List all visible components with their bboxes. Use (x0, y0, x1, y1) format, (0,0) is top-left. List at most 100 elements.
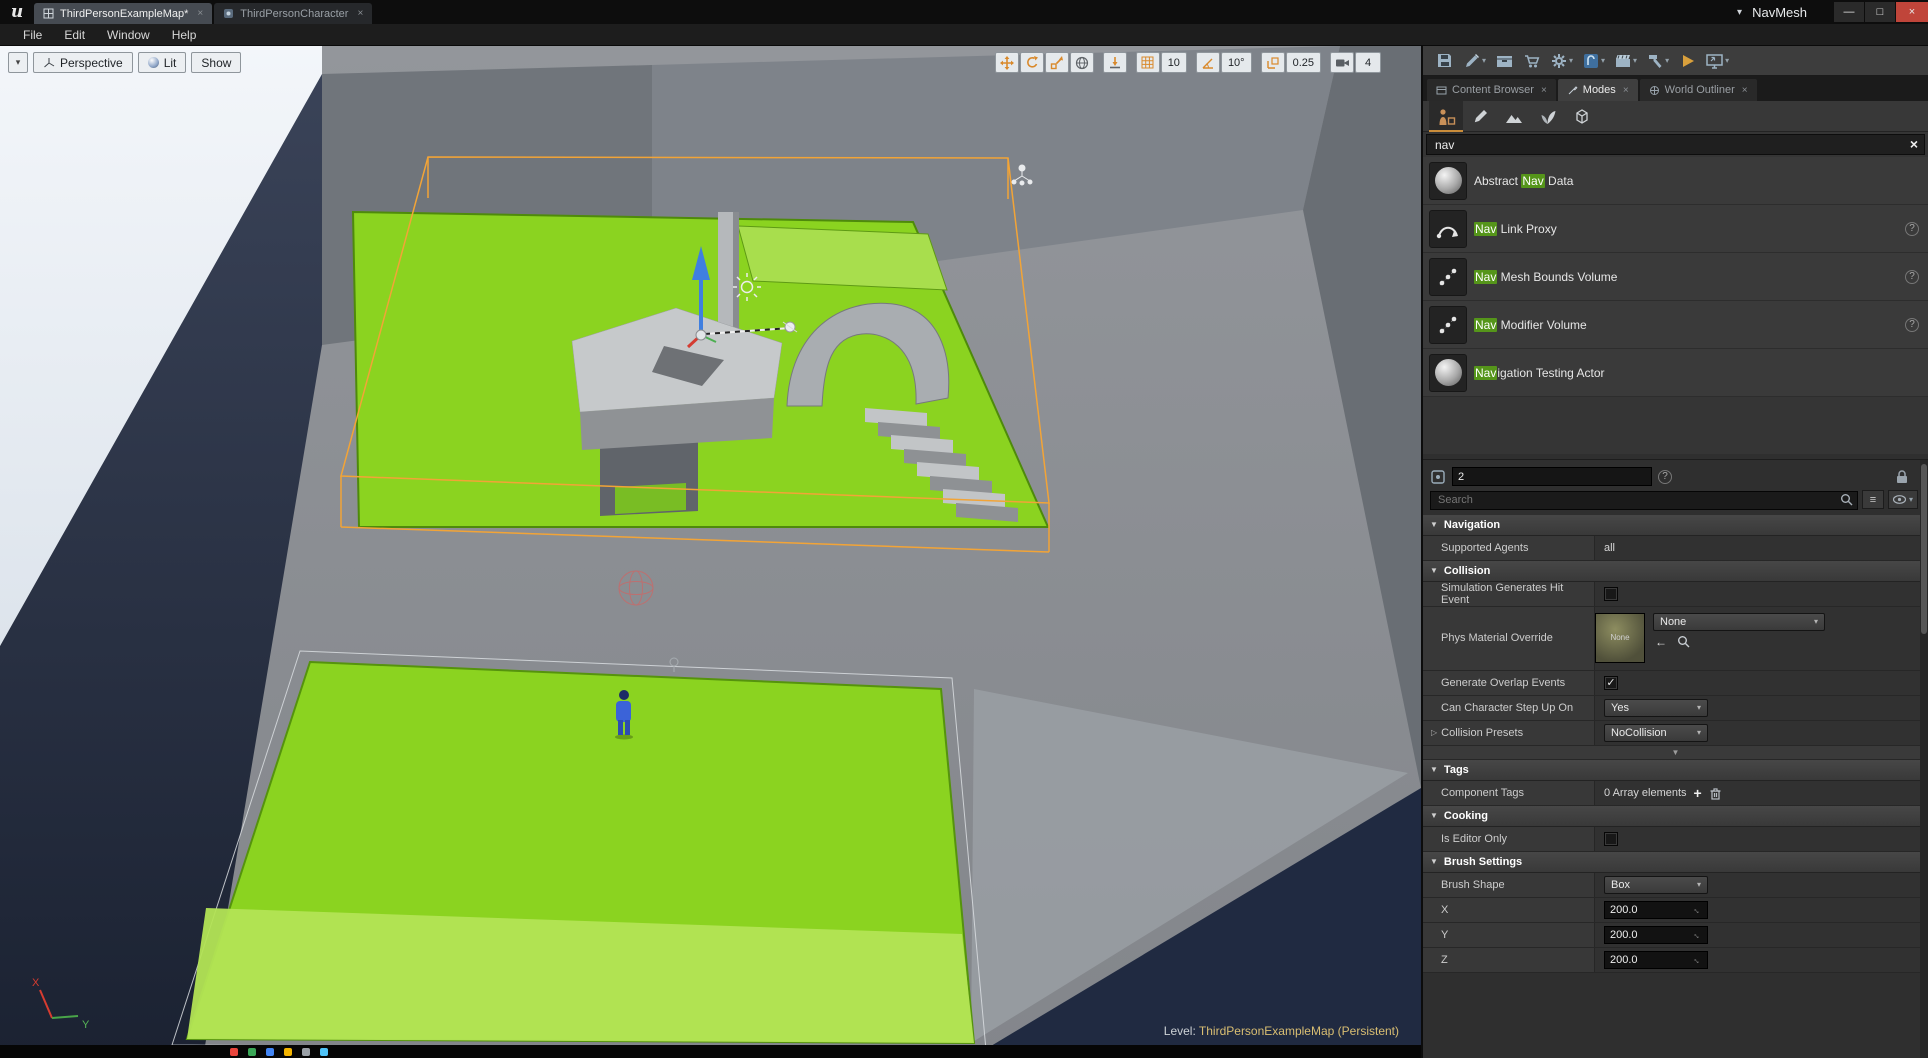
tab-content-browser[interactable]: Content Browser × (1427, 79, 1556, 101)
settings-button[interactable]: ▾ (1546, 48, 1577, 74)
brush-shape-dropdown[interactable]: Box ▾ (1604, 875, 1708, 894)
window-tab-map[interactable]: ThirdPersonExampleMap* × (34, 3, 213, 24)
grid-snap-button[interactable] (1135, 52, 1160, 73)
step-up-dropdown[interactable]: Yes ▾ (1604, 698, 1708, 717)
help-icon[interactable]: ? (1905, 317, 1919, 332)
window-tab-character[interactable]: ThirdPersonCharacter × (214, 3, 373, 24)
geometry-mode-button[interactable] (1565, 101, 1599, 132)
brush-x-field[interactable]: 200.0 ↔ (1604, 900, 1708, 919)
tab-modes[interactable]: Modes × (1557, 79, 1638, 101)
world-local-toggle-button[interactable] (1069, 52, 1094, 73)
result-navigation-testing-actor[interactable]: Navigation Testing Actor (1423, 349, 1928, 397)
lock-icon[interactable] (1894, 469, 1910, 485)
drag-handle-icon[interactable]: ↔ (1691, 903, 1704, 916)
close-button[interactable]: × (1896, 2, 1928, 22)
advanced-expander[interactable]: ▼ (1423, 745, 1928, 760)
tab-world-outliner[interactable]: World Outliner × (1639, 79, 1757, 101)
play-button[interactable] (1674, 48, 1700, 74)
menu-edit[interactable]: Edit (53, 28, 96, 42)
camera-speed-button[interactable] (1330, 52, 1354, 73)
browse-icon[interactable] (1677, 635, 1690, 648)
maximize-button[interactable]: □ (1865, 2, 1895, 22)
result-nav-modifier-volume[interactable]: Nav Modifier Volume ? (1423, 301, 1928, 349)
tab-close-icon[interactable]: × (1541, 85, 1547, 96)
lit-button[interactable]: Lit (137, 52, 187, 73)
section-navigation[interactable]: ▼ Navigation (1423, 514, 1928, 536)
place-mode-button[interactable] (1429, 101, 1463, 132)
section-expand-icon[interactable]: ▼ (1430, 566, 1438, 575)
cinematics-button[interactable]: ▾ (1610, 48, 1641, 74)
drag-handle-icon[interactable]: ↔ (1691, 928, 1704, 941)
taskbar-app-icon[interactable] (230, 1047, 238, 1056)
menu-help[interactable]: Help (161, 28, 208, 42)
section-collision[interactable]: ▼ Collision (1423, 560, 1928, 582)
result-nav-mesh-bounds-volume[interactable]: Nav Mesh Bounds Volume ? (1423, 253, 1928, 301)
launch-button[interactable]: ▾ (1701, 48, 1733, 74)
translate-tool-button[interactable] (994, 52, 1019, 73)
rotation-snap-value[interactable]: 10° (1220, 52, 1252, 73)
taskbar-app-icon[interactable] (266, 1047, 274, 1056)
overlap-checkbox[interactable]: ✓ (1604, 675, 1618, 690)
actor-name-input[interactable] (1452, 467, 1652, 486)
taskbar-app-icon[interactable] (320, 1047, 328, 1056)
collision-presets-dropdown[interactable]: NoCollision ▾ (1604, 723, 1708, 742)
result-abstract-nav-data[interactable]: Abstract Nav Data (1423, 157, 1928, 205)
source-control-button[interactable]: ▾ (1459, 48, 1490, 74)
rotate-tool-button[interactable] (1019, 52, 1044, 73)
details-scrollbar[interactable] (1920, 460, 1928, 1058)
viewport-scene[interactable]: X Y (0, 46, 1421, 1058)
foliage-mode-button[interactable] (1531, 101, 1565, 132)
camera-speed-value[interactable]: 4 (1355, 52, 1381, 73)
menu-file[interactable]: File (12, 28, 53, 42)
display-filter-button[interactable]: ▾ (1888, 490, 1918, 510)
taskbar-app-icon[interactable] (302, 1047, 310, 1056)
tab-close-icon[interactable]: × (1742, 85, 1748, 96)
help-icon[interactable]: ? (1905, 269, 1919, 284)
trash-icon[interactable] (1709, 786, 1722, 800)
taskbar-app-icon[interactable] (248, 1047, 256, 1056)
tab-close-icon[interactable]: × (197, 8, 203, 19)
clear-search-icon[interactable]: × (1910, 136, 1918, 152)
perspective-button[interactable]: Perspective (33, 52, 133, 73)
rotation-snap-button[interactable] (1195, 52, 1220, 73)
content-button[interactable] (1491, 48, 1518, 74)
viewport-options-button[interactable]: ▾ (8, 52, 28, 73)
modes-search-input[interactable] (1426, 134, 1925, 155)
brush-y-field[interactable]: 200.0 ↔ (1604, 925, 1708, 944)
build-button[interactable]: ▾ (1642, 48, 1673, 74)
section-tags[interactable]: ▼ Tags (1423, 759, 1928, 781)
taskbar[interactable] (0, 1045, 1421, 1058)
property-matrix-button[interactable]: ≡ (1862, 490, 1884, 510)
sim-hit-checkbox[interactable] (1604, 586, 1618, 601)
blueprints-button[interactable]: ▾ (1578, 48, 1609, 74)
save-button[interactable] (1431, 48, 1458, 74)
section-cooking[interactable]: ▼ Cooking (1423, 805, 1928, 827)
add-element-icon[interactable]: + (1694, 785, 1702, 801)
surface-snap-button[interactable] (1102, 52, 1127, 73)
use-selected-icon[interactable]: ← (1655, 635, 1667, 649)
result-nav-link-proxy[interactable]: Nav Link Proxy ? (1423, 205, 1928, 253)
section-expand-icon[interactable]: ▼ (1430, 765, 1438, 774)
section-expand-icon[interactable]: ▼ (1430, 811, 1438, 820)
phys-material-dropdown[interactable]: None ▾ (1653, 612, 1825, 631)
taskbar-app-icon[interactable] (284, 1047, 292, 1056)
help-icon[interactable]: ? (1905, 221, 1919, 236)
scale-tool-button[interactable] (1044, 52, 1069, 73)
paint-mode-button[interactable] (1463, 101, 1497, 132)
material-thumbnail[interactable]: None (1595, 612, 1645, 663)
tab-close-icon[interactable]: × (1623, 85, 1629, 96)
menu-window[interactable]: Window (96, 28, 161, 42)
tab-close-icon[interactable]: × (357, 8, 363, 19)
viewport[interactable]: X Y ▾ Perspective Lit Show 10 10° 0.25 4… (0, 46, 1421, 1058)
grid-snap-value[interactable]: 10 (1160, 52, 1187, 73)
editor-only-checkbox[interactable] (1604, 831, 1618, 846)
minimize-button[interactable]: — (1834, 2, 1864, 22)
editor-caret-icon[interactable]: ▾ (1737, 7, 1742, 18)
scale-snap-button[interactable] (1260, 52, 1285, 73)
scrollbar-thumb[interactable] (1921, 464, 1927, 634)
marketplace-button[interactable] (1519, 48, 1545, 74)
brush-z-field[interactable]: 200.0 ↔ (1604, 950, 1708, 969)
details-search-input[interactable] (1430, 490, 1858, 510)
section-expand-icon[interactable]: ▼ (1430, 520, 1438, 529)
expand-arrow-icon[interactable]: ▷ (1431, 728, 1437, 737)
